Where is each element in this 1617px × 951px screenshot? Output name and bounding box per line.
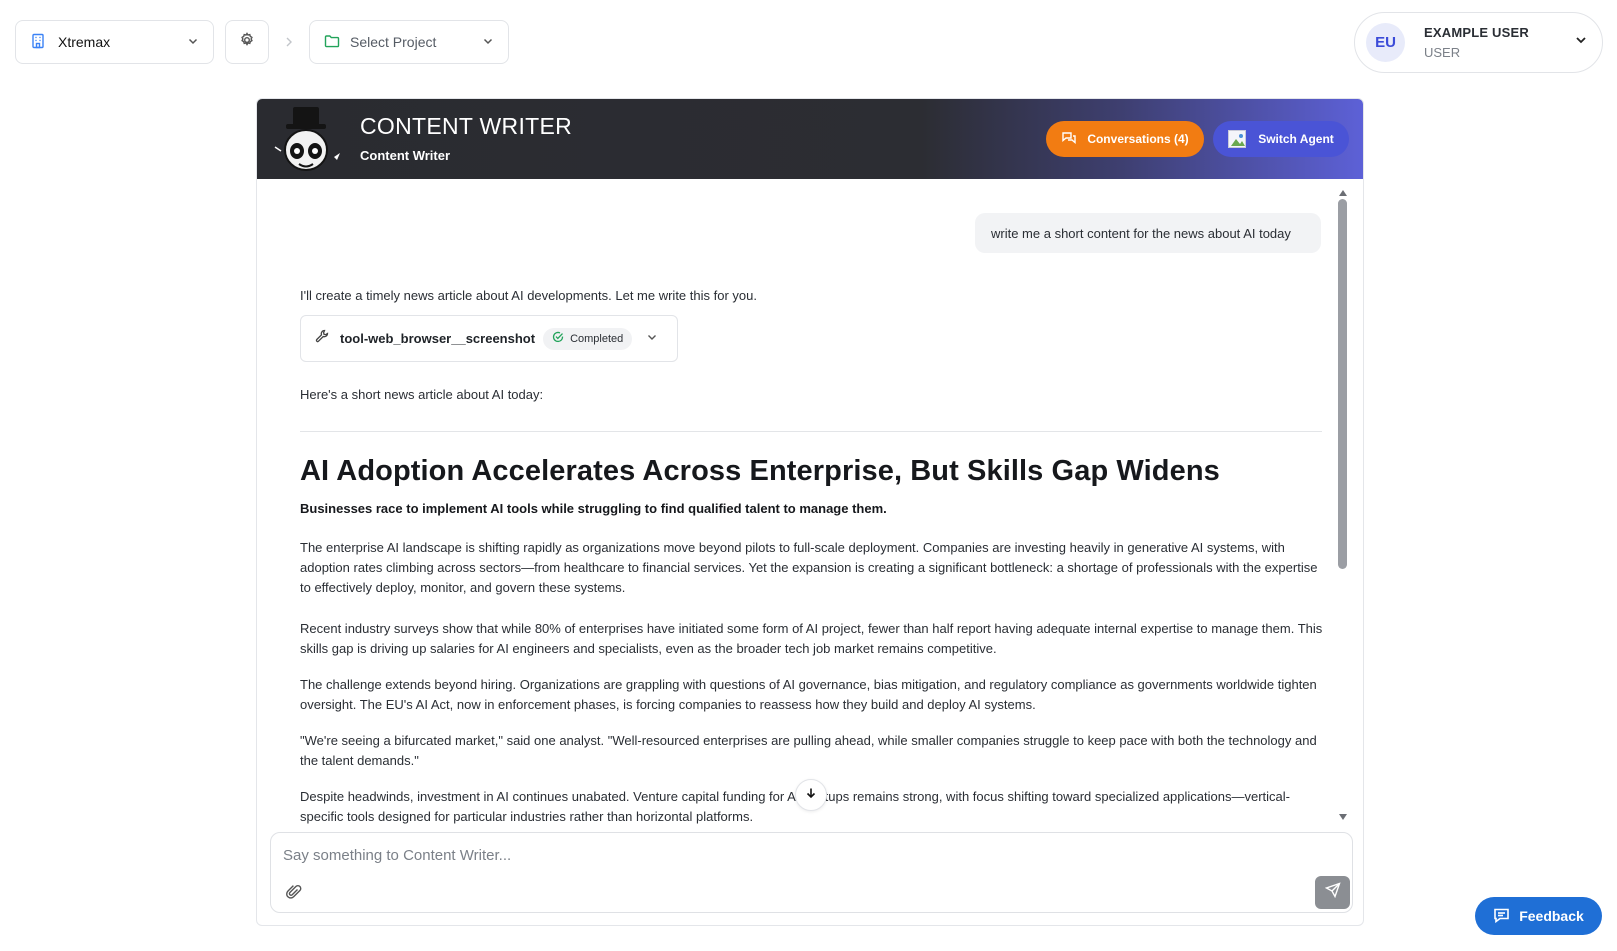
scrollbar[interactable] bbox=[1336, 185, 1350, 821]
assistant-intro: I'll create a timely news article about … bbox=[300, 288, 757, 303]
check-circle-icon bbox=[552, 331, 564, 346]
status-badge: Completed bbox=[543, 327, 633, 350]
chevron-right-icon bbox=[282, 32, 296, 52]
arrow-down-icon bbox=[805, 786, 817, 804]
switch-agent-label: Switch Agent bbox=[1258, 132, 1334, 146]
user-name: EXAMPLE USER bbox=[1424, 24, 1529, 40]
divider bbox=[300, 431, 1322, 432]
switch-agent-button[interactable]: Switch Agent bbox=[1213, 121, 1349, 157]
article-paragraph: The enterprise AI landscape is shifting … bbox=[300, 540, 1318, 595]
user-menu[interactable]: EU EXAMPLE USER USER bbox=[1354, 12, 1603, 73]
message-composer bbox=[270, 832, 1353, 913]
user-role: USER bbox=[1424, 44, 1461, 60]
project-placeholder: Select Project bbox=[350, 34, 437, 50]
user-message: write me a short content for the news ab… bbox=[975, 213, 1321, 253]
tool-call-card[interactable]: tool-web_browser__screenshot Completed bbox=[300, 315, 678, 362]
chevron-down-icon bbox=[1574, 33, 1588, 52]
assistant-lead: Here's a short news article about AI tod… bbox=[300, 387, 544, 402]
folder-icon bbox=[324, 34, 340, 51]
article-paragraph: The challenge extends beyond hiring. Org… bbox=[300, 677, 1317, 712]
scroll-up-arrow[interactable] bbox=[1336, 185, 1350, 196]
article-subhead: Businesses race to implement AI tools wh… bbox=[300, 501, 887, 516]
chat-bubble-icon bbox=[1493, 907, 1510, 926]
send-button[interactable] bbox=[1315, 876, 1350, 909]
agent-mascot-icon bbox=[271, 105, 347, 175]
scroll-down-arrow[interactable] bbox=[1336, 809, 1350, 820]
status-text: Completed bbox=[570, 332, 624, 345]
chevron-down-icon[interactable] bbox=[646, 330, 658, 348]
avatar: EU bbox=[1366, 23, 1405, 62]
top-bar: Xtremax Select Project EU EXAMPLE USER U… bbox=[0, 0, 1617, 90]
wrench-icon bbox=[315, 329, 330, 349]
feedback-button[interactable]: Feedback bbox=[1475, 897, 1602, 935]
agent-header: CONTENT WRITER Content Writer Conversati… bbox=[257, 99, 1363, 179]
agent-title: CONTENT WRITER bbox=[360, 113, 573, 139]
article-paragraph: Recent industry surveys show that while … bbox=[300, 621, 1323, 656]
conversations-icon bbox=[1061, 130, 1077, 149]
tool-name: tool-web_browser__screenshot bbox=[340, 331, 536, 346]
workspace-dropdown[interactable]: Xtremax bbox=[15, 20, 214, 64]
message-input[interactable] bbox=[283, 843, 1333, 867]
workspace-name: Xtremax bbox=[58, 34, 111, 50]
building-icon bbox=[30, 33, 46, 52]
image-icon bbox=[1228, 130, 1247, 148]
user-info: EXAMPLE USER USER bbox=[1424, 23, 1529, 63]
scrollbar-thumb[interactable] bbox=[1338, 199, 1347, 569]
chevron-down-icon bbox=[482, 34, 494, 50]
send-icon bbox=[1324, 882, 1341, 903]
project-dropdown[interactable]: Select Project bbox=[309, 20, 509, 64]
agent-chat-panel: CONTENT WRITER Content Writer Conversati… bbox=[256, 98, 1364, 926]
chevron-down-icon bbox=[187, 34, 199, 50]
gear-icon bbox=[239, 31, 255, 53]
paperclip-icon[interactable] bbox=[285, 883, 303, 901]
conversations-button[interactable]: Conversations (4) bbox=[1046, 121, 1204, 157]
article-paragraph: "We're seeing a bifurcated market," said… bbox=[300, 733, 1317, 768]
agent-subtitle: Content Writer bbox=[360, 148, 451, 163]
settings-button[interactable] bbox=[225, 20, 269, 64]
chat-scroll-area[interactable]: write me a short content for the news ab… bbox=[257, 179, 1363, 827]
conversations-label: Conversations (4) bbox=[1087, 132, 1189, 146]
scroll-to-bottom-button[interactable] bbox=[795, 779, 827, 811]
article-headline: AI Adoption Accelerates Across Enterpris… bbox=[300, 455, 1220, 487]
feedback-label: Feedback bbox=[1519, 908, 1584, 924]
